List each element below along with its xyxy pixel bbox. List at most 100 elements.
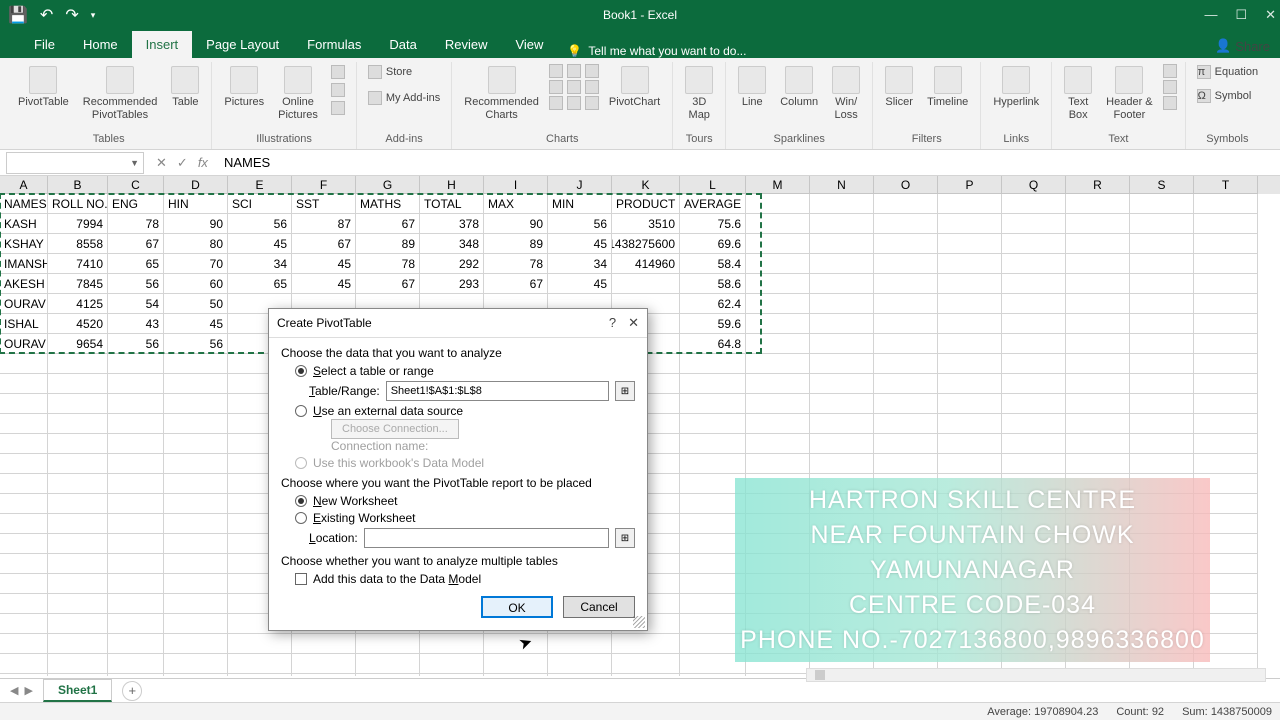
col-header-P[interactable]: P	[938, 176, 1002, 194]
cell[interactable]	[0, 454, 48, 474]
cell[interactable]: 7845	[48, 274, 108, 294]
timeline-button[interactable]: Timeline	[923, 64, 972, 111]
cell[interactable]	[108, 514, 164, 534]
table-row[interactable]: IMANSH74106570344578292783441496058.4	[0, 254, 1280, 274]
cell[interactable]	[108, 474, 164, 494]
horizontal-scrollbar[interactable]	[806, 668, 1266, 682]
cell[interactable]: 56	[108, 274, 164, 294]
ok-button[interactable]: OK	[481, 596, 553, 618]
cell[interactable]: 62.4	[680, 294, 746, 314]
cell[interactable]: OURAV	[0, 294, 48, 314]
cell[interactable]: 56	[164, 334, 228, 354]
cell[interactable]: 67	[108, 234, 164, 254]
cell[interactable]	[48, 574, 108, 594]
cell[interactable]: MATHS	[356, 194, 420, 214]
cell[interactable]	[810, 254, 874, 274]
cell[interactable]: 54	[108, 294, 164, 314]
cell[interactable]	[1002, 214, 1066, 234]
cell[interactable]	[1130, 274, 1194, 294]
cell[interactable]	[108, 594, 164, 614]
cell[interactable]	[1066, 314, 1130, 334]
add-sheet-button[interactable]: +	[122, 681, 142, 701]
cell[interactable]	[164, 634, 228, 654]
cell[interactable]	[746, 674, 810, 676]
cell[interactable]: 64.8	[680, 334, 746, 354]
cell[interactable]	[356, 634, 420, 654]
object-icon[interactable]	[1163, 96, 1177, 110]
cell[interactable]: SST	[292, 194, 356, 214]
cell[interactable]: TOTAL	[420, 194, 484, 214]
cell[interactable]: 58.6	[680, 274, 746, 294]
cell[interactable]	[1130, 394, 1194, 414]
col-header-R[interactable]: R	[1066, 176, 1130, 194]
cell[interactable]	[938, 414, 1002, 434]
cell[interactable]	[746, 234, 810, 254]
location-input[interactable]	[364, 528, 609, 548]
tab-home[interactable]: Home	[69, 31, 132, 58]
cell[interactable]: 43	[108, 314, 164, 334]
cell[interactable]: 58.4	[680, 254, 746, 274]
hyperlink-button[interactable]: Hyperlink	[989, 64, 1043, 111]
radio-select-range[interactable]: Select a table or range	[295, 364, 635, 378]
cell[interactable]	[874, 314, 938, 334]
cell[interactable]: 67	[292, 234, 356, 254]
qat-dropdown-icon[interactable]: ▾	[91, 10, 96, 21]
cell[interactable]: 292	[420, 254, 484, 274]
cell[interactable]	[0, 674, 48, 676]
cell[interactable]: 45	[548, 234, 612, 254]
cell[interactable]	[108, 434, 164, 454]
cell[interactable]	[746, 274, 810, 294]
cell[interactable]	[874, 414, 938, 434]
cell[interactable]	[874, 334, 938, 354]
cell[interactable]	[874, 254, 938, 274]
cell[interactable]: 65	[228, 274, 292, 294]
cell[interactable]: 293	[420, 274, 484, 294]
cell[interactable]	[48, 554, 108, 574]
cell[interactable]	[938, 254, 1002, 274]
pictures-button[interactable]: Pictures	[220, 64, 268, 111]
cell[interactable]	[1194, 394, 1258, 414]
cell[interactable]: 75.6	[680, 214, 746, 234]
cell[interactable]	[680, 354, 746, 374]
cell[interactable]: KSHAY	[0, 234, 48, 254]
table-row[interactable]: NAMESROLL NO.ENGHINSCISSTMATHSTOTALMAXMI…	[0, 194, 1280, 214]
signature-icon[interactable]	[1163, 80, 1177, 94]
col-header-Q[interactable]: Q	[1002, 176, 1066, 194]
cell[interactable]: 80	[164, 234, 228, 254]
cell[interactable]: NAMES	[0, 194, 48, 214]
tab-page-layout[interactable]: Page Layout	[192, 31, 293, 58]
redo-icon[interactable]: ↷	[65, 5, 78, 25]
cell[interactable]: SCI	[228, 194, 292, 214]
cell[interactable]: 89	[356, 234, 420, 254]
cell[interactable]: 8558	[48, 234, 108, 254]
cell[interactable]	[48, 594, 108, 614]
cell[interactable]	[292, 674, 356, 676]
cell[interactable]	[108, 394, 164, 414]
col-header-O[interactable]: O	[874, 176, 938, 194]
cell[interactable]	[680, 374, 746, 394]
cell[interactable]	[1194, 294, 1258, 314]
range-selector-button[interactable]: ⊞	[615, 528, 635, 548]
cell[interactable]	[108, 674, 164, 676]
cell[interactable]	[938, 294, 1002, 314]
close-icon[interactable]: ✕	[1265, 7, 1276, 23]
table-range-input[interactable]	[386, 381, 609, 401]
cell[interactable]	[108, 414, 164, 434]
cell[interactable]	[746, 374, 810, 394]
cell[interactable]	[746, 354, 810, 374]
cell[interactable]	[164, 374, 228, 394]
col-header-D[interactable]: D	[164, 176, 228, 194]
cell[interactable]	[164, 534, 228, 554]
cell[interactable]	[0, 374, 48, 394]
cell[interactable]	[1002, 414, 1066, 434]
cell[interactable]: 3510	[612, 214, 680, 234]
cell[interactable]	[1194, 274, 1258, 294]
cell[interactable]	[1002, 194, 1066, 214]
minimize-icon[interactable]: —	[1204, 7, 1217, 23]
smartart-button[interactable]	[328, 82, 348, 98]
cell[interactable]	[874, 234, 938, 254]
cell[interactable]	[548, 634, 612, 654]
cell[interactable]	[874, 274, 938, 294]
cell[interactable]: 7994	[48, 214, 108, 234]
sparkline-winloss-button[interactable]: Win/ Loss	[828, 64, 864, 124]
